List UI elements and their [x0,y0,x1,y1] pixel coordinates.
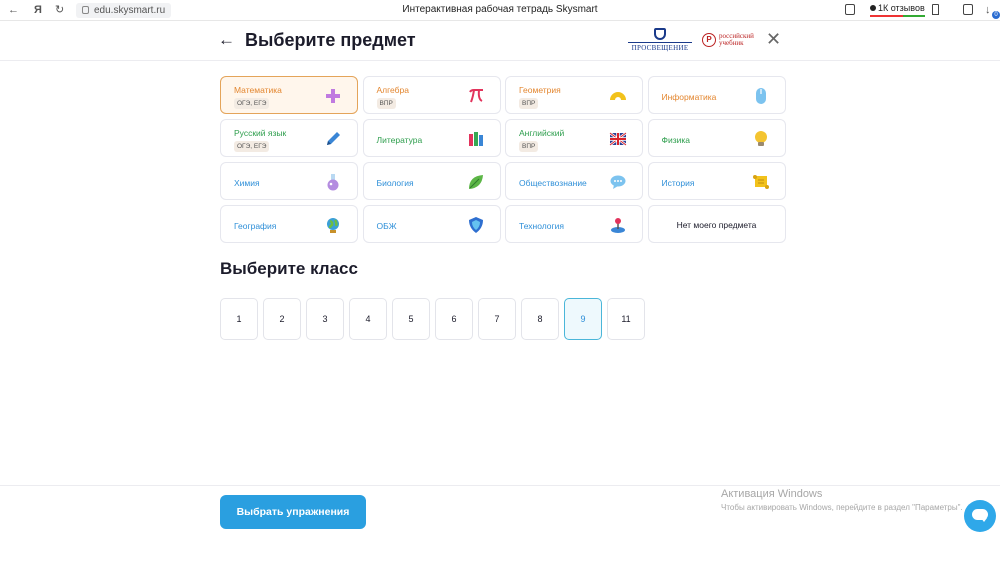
grade-button[interactable]: 4 [349,298,387,340]
globe-icon [324,216,342,234]
page-header: ← Выберите предмет ПРОСВЕЩЕНИЕ Р российс… [0,21,1000,61]
scroll-icon [752,173,770,191]
joystick-icon [609,216,627,234]
subject-card[interactable]: ОБЖ [362,205,501,243]
subject-label: Химия [234,178,260,188]
grade-button[interactable]: 7 [478,298,516,340]
subject-card[interactable]: Технология [505,205,643,243]
grade-button[interactable]: 9 [564,298,602,340]
subject-label: География [234,221,277,231]
bookmark-icon[interactable] [932,4,939,15]
speech-bubble-icon [609,173,627,191]
subject-label: Литература [376,135,423,145]
exam-tag: ВПР [376,98,396,109]
subject-card[interactable]: Русский язык ОГЭ, ЕГЭ [220,119,358,157]
pi-icon [467,87,485,105]
exam-tag: ОГЭ, ЕГЭ [234,98,270,109]
back-arrow-icon[interactable]: ← [218,31,235,49]
grade-button[interactable]: 8 [521,298,559,340]
translate-icon[interactable] [845,4,855,15]
grade-button[interactable]: 2 [263,298,301,340]
subject-card[interactable]: Геометрия ВПР [505,76,643,114]
grade-button[interactable]: 5 [392,298,430,340]
class-section-title: Выберите класс [220,259,358,278]
grade-button[interactable]: 3 [306,298,344,340]
lightbulb-icon [752,130,770,148]
chat-bubble-icon [972,509,988,522]
subject-card[interactable]: Информатика [647,76,786,114]
chat-button[interactable] [964,500,996,532]
subject-label: Геометрия [519,85,561,95]
subject-label: Технология [519,221,564,231]
extension-badge: 0 [992,11,1000,19]
subject-label: Физика [661,135,691,145]
collections-icon[interactable] [963,4,973,15]
subject-card[interactable]: География [220,205,358,243]
leaf-icon [467,173,485,191]
grade-button[interactable]: 11 [607,298,645,340]
logo-mark-icon: Р [702,33,716,47]
page-title: Выберите предмет [245,30,416,50]
subject-label: История [661,178,695,188]
footer-divider [0,485,1000,486]
subject-card[interactable]: Алгебра ВПР [362,76,501,114]
subject-label: Математика [234,85,282,95]
subject-card[interactable]: Химия [220,162,358,200]
subject-card[interactable]: Литература [362,119,501,157]
windows-activation-title: Активация Windows [721,488,823,500]
windows-activation-subtitle: Чтобы активировать Windows, перейдите в … [721,503,963,512]
reviews-badge[interactable]: 1К отзывов [870,3,925,17]
download-icon[interactable]: ↓ [985,3,991,17]
subject-label: Обществознание [519,178,587,188]
exam-tag: ОГЭ, ЕГЭ [234,141,270,152]
books-icon [467,130,485,148]
subject-label: Информатика [661,92,717,102]
subject-label: Алгебра [376,85,410,95]
subject-label: Русский язык [234,128,287,138]
mouse-icon [752,87,770,105]
subject-label: Биология [376,178,414,188]
browser-toolbar: ← Я ↻ edu.skysmart.ru Интерактивная рабо… [0,0,1000,21]
protractor-icon [609,87,627,105]
shield-icon [467,216,485,234]
pen-icon [324,130,342,148]
emblem-icon [654,28,666,40]
grade-button[interactable]: 6 [435,298,473,340]
grade-button[interactable]: 1 [220,298,258,340]
subject-card[interactable]: Английский ВПР [505,119,643,157]
subject-card[interactable]: Физика [647,119,786,157]
exam-tag: ВПР [519,98,539,109]
subject-card[interactable]: Математика ОГЭ, ЕГЭ [220,76,358,114]
subject-card[interactable]: Биология [362,162,501,200]
subject-label: Английский [519,128,565,138]
uk-flag-icon [609,130,627,148]
close-icon[interactable]: ✕ [766,29,781,49]
choose-exercises-button[interactable]: Выбрать упражнения [220,495,366,529]
subject-card[interactable]: Обществознание [505,162,643,200]
prosveshchenie-logo: ПРОСВЕЩЕНИЕ [628,28,692,54]
subject-card[interactable]: История [647,162,786,200]
subject-label: ОБЖ [376,221,397,231]
exam-tag: ВПР [519,141,539,152]
subject-card[interactable]: Нет моего предмета [647,205,786,243]
plus-icon [324,87,342,105]
subject-label: Нет моего предмета [676,220,757,230]
flask-icon [324,173,342,191]
